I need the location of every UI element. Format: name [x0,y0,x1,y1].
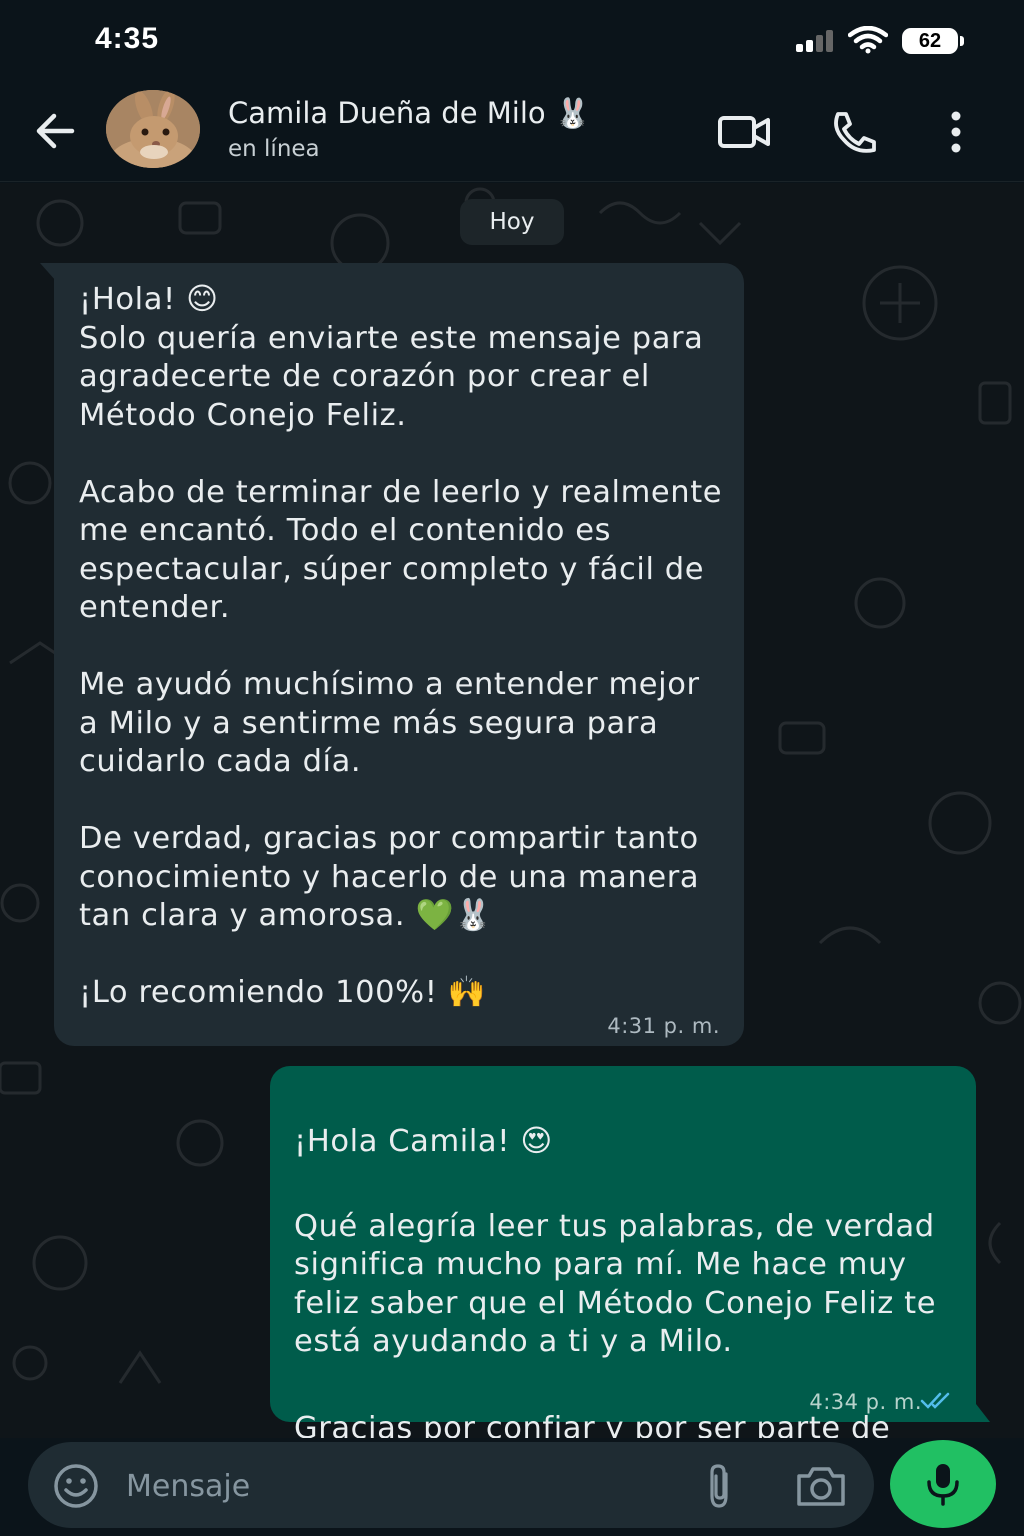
outgoing-paragraph-2: Gracias por confiar y por ser parte de e… [294,1411,891,1438]
chat-header: Camila Dueña de Milo 🐰 en línea [0,82,1024,182]
incoming-message[interactable]: ¡Hola! 😊 Solo quería enviarte este mensa… [54,263,744,1046]
microphone-button[interactable] [890,1440,996,1528]
incoming-message-time: 4:31 p. m. [607,1014,720,1038]
message-input-pill[interactable] [28,1442,874,1528]
phone-icon[interactable] [826,108,882,156]
read-ticks-icon [920,1392,950,1409]
outgoing-greeting: ¡Hola Camila! 😍 [294,1123,553,1159]
status-time: 4:35 [95,22,160,55]
chat-area[interactable]: Hoy ¡Hola! 😊 Solo quería enviarte este m… [0,183,1024,1438]
microphone-icon [927,1464,959,1506]
status-bar: 4:35 62 [0,0,1024,82]
incoming-message-text: ¡Hola! 😊 Solo quería enviarte este mensa… [79,282,723,1010]
message-input[interactable] [126,1464,676,1508]
rabbit-avatar-image [106,90,200,168]
camera-icon[interactable] [794,1464,848,1508]
paperclip-icon[interactable] [700,1462,738,1510]
outgoing-message-time: 4:34 p. m. [809,1390,922,1414]
outgoing-message-body: ¡Hola Camila! 😍 Qué alegría leer tus pal… [294,1084,964,1439]
emoji-icon[interactable] [52,1462,100,1510]
battery-indicator: 62 [902,28,964,54]
signal-icon [796,30,836,52]
outgoing-paragraph-1: Qué alegría leer tus palabras, de verdad… [294,1208,937,1360]
video-camera-icon[interactable] [716,108,772,156]
more-vertical-icon[interactable] [930,108,980,156]
outgoing-message[interactable]: ¡Hola Camila! 😍 Qué alegría leer tus pal… [270,1066,976,1438]
contact-name[interactable]: Camila Dueña de Milo 🐰 [228,96,591,131]
contact-status: en línea [228,136,320,162]
wifi-icon [848,26,888,54]
outgoing-bubble-tail [976,1404,990,1422]
date-chip: Hoy [460,199,564,245]
message-composer [0,1438,1024,1536]
arrow-left-icon[interactable] [30,108,80,154]
avatar[interactable] [106,90,200,168]
